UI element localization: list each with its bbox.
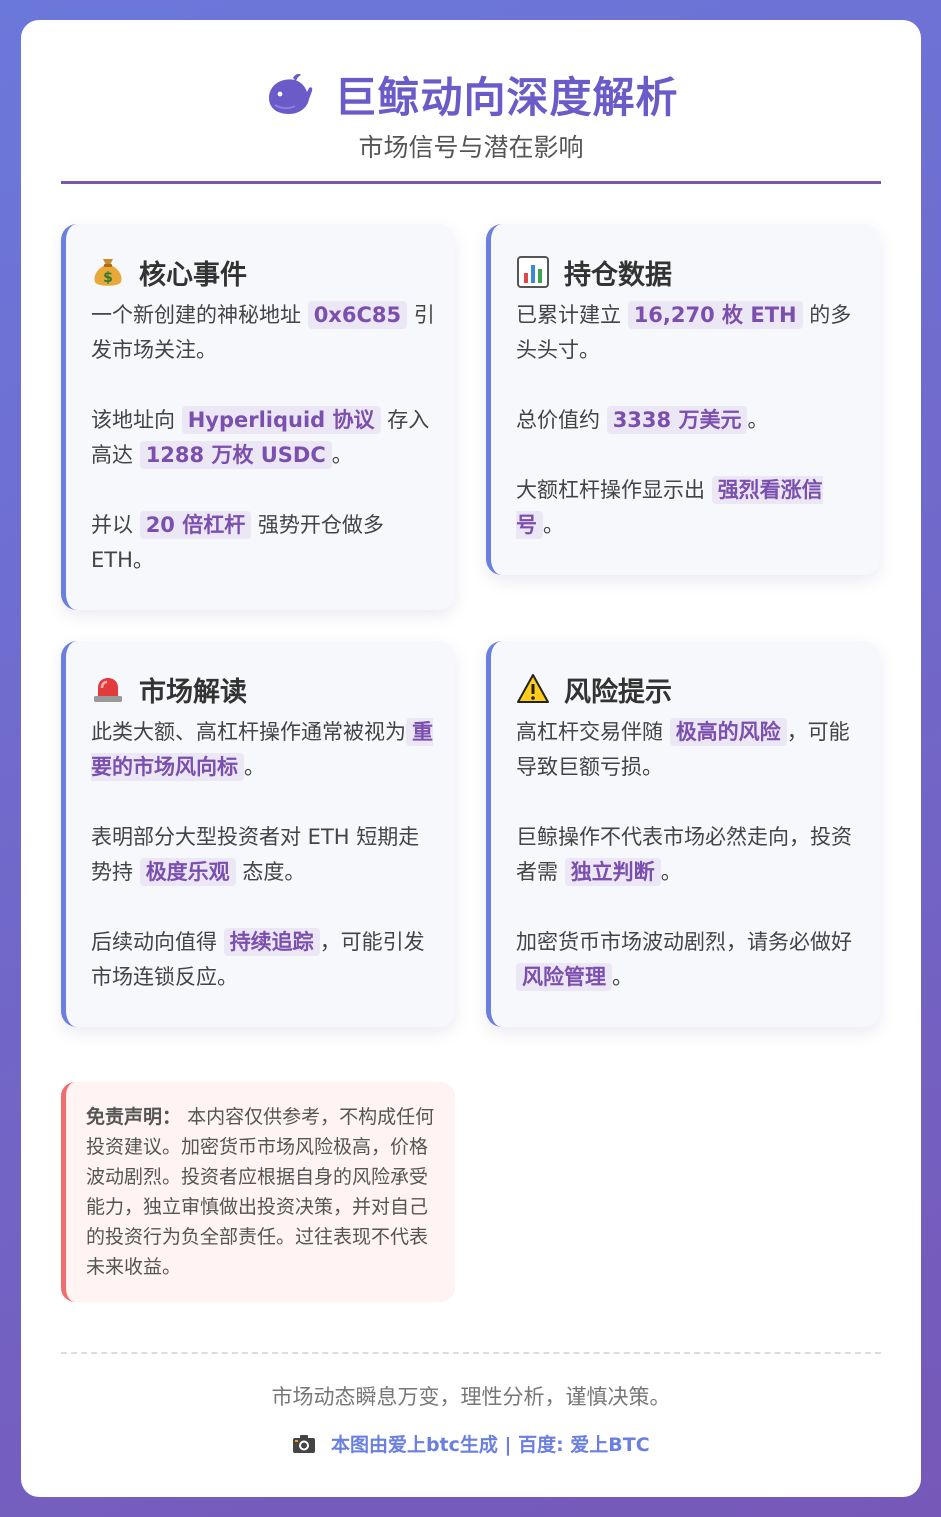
highlight-eth-amount: 16,270 枚 ETH	[627, 301, 803, 329]
highlight-risk-management: 风险管理	[516, 963, 612, 991]
camera-icon	[293, 1435, 316, 1453]
whale-icon	[269, 73, 313, 114]
disclaimer-text: 本内容仅供参考，不构成任何投资建议。加密货币市场风险极高，价格波动剧烈。投资者应…	[86, 1106, 435, 1278]
highlight-value: 3338 万美元	[606, 406, 748, 434]
card-paragraph: 表明部分大型投资者对 ETH 短期走势持 极度乐观 态度。	[91, 825, 420, 886]
card-paragraph: 后续动向值得 持续追踪 ，可能引发市场连锁反应。	[91, 928, 425, 989]
highlight-leverage: 20 倍杠杆	[139, 511, 252, 539]
card-paragraph: 并以 20 倍杠杆 强势开仓做多 ETH。	[91, 511, 384, 572]
highlight-protocol: Hyperliquid 协议	[181, 406, 381, 434]
card-risk-warning: 风险提示 高杠杆交易伴随 极高的风险 ，可能导致巨额亏损。 巨鲸操作不代表市场必然…	[486, 641, 880, 1027]
card-title-text: 持仓数据	[564, 259, 672, 291]
card-title: 持仓数据	[516, 252, 860, 292]
card-paragraph: 加密货币市场波动剧烈，请务必做好 风险管理。	[516, 930, 852, 991]
card-paragraph: 该地址向 Hyperliquid 协议 存入高达 1288 万枚 USDC。	[91, 406, 430, 469]
card-title-text: 核心事件	[139, 259, 247, 291]
siren-icon	[94, 678, 122, 702]
card-title: 风险提示	[516, 669, 860, 709]
card-title-text: 市场解读	[139, 676, 247, 708]
disclaimer-label: 免责声明：	[86, 1106, 182, 1128]
card-title: $ 核心事件	[91, 252, 435, 292]
footer-tagline: 市场动态瞬息万变，理性分析，谨慎决策。	[271, 1385, 671, 1409]
footer-divider	[61, 1352, 881, 1354]
card-title: 市场解读	[91, 669, 435, 709]
svg-text:$: $	[103, 270, 113, 286]
page-card: 巨鲸动向深度解析 市场信号与潜在影响 $ 核心事件 一个新创建的神秘地址 0x6…	[21, 20, 921, 1497]
card-paragraph: 一个新创建的神秘地址 0x6C85 引发市场关注。	[91, 301, 435, 362]
highlight-tracking: 持续追踪	[223, 928, 320, 956]
page-subtitle: 市场信号与潜在影响	[358, 133, 584, 162]
card-market-interpretation: 市场解读 此类大额、高杠杆操作通常被视为 重要的市场风向标。 表明部分大型投资者对…	[61, 641, 455, 1027]
card-title-text: 风险提示	[564, 676, 672, 708]
highlight-high-risk: 极高的风险	[669, 718, 787, 746]
highlight-address: 0x6C85	[307, 301, 408, 329]
footer-credit-text: 本图由爱上btc生成 | 百度: 爱上BTC	[330, 1434, 650, 1456]
card-paragraph: 大额杠杆操作显示出 强烈看涨信号。	[516, 476, 823, 539]
footer-credit: 本图由爱上btc生成 | 百度: 爱上BTC	[61, 1430, 881, 1457]
disclaimer: 免责声明： 本内容仅供参考，不构成任何投资建议。加密货币市场风险极高，价格波动剧…	[61, 1082, 455, 1302]
card-paragraph: 已累计建立 16,270 枚 ETH 的多头头寸。	[516, 301, 852, 362]
money-bag-icon: $	[94, 259, 122, 286]
title-row: 巨鲸动向深度解析	[61, 64, 881, 125]
card-paragraph: 总价值约 3338 万美元。	[516, 406, 769, 434]
card-paragraph: 此类大额、高杠杆操作通常被视为 重要的市场风向标。	[91, 718, 433, 781]
highlight-amount: 1288 万枚 USDC	[139, 441, 332, 469]
card-core-event: $ 核心事件 一个新创建的神秘地址 0x6C85 引发市场关注。 该地址向 Hy…	[61, 224, 455, 610]
warning-icon	[517, 674, 549, 703]
highlight-optimism: 极度乐观	[139, 858, 236, 886]
page-title: 巨鲸动向深度解析	[334, 73, 679, 122]
header: 巨鲸动向深度解析 市场信号与潜在影响	[61, 20, 881, 184]
card-paragraph: 高杠杆交易伴随 极高的风险 ，可能导致巨额亏损。	[516, 718, 850, 779]
bar-chart-icon	[517, 256, 549, 288]
highlight-independent: 独立判断	[564, 858, 661, 886]
card-position-data: 持仓数据 已累计建立 16,270 枚 ETH 的多头头寸。 总价值约 3338…	[486, 224, 880, 575]
card-paragraph: 巨鲸操作不代表市场必然走向，投资者需 独立判断。	[516, 825, 852, 886]
